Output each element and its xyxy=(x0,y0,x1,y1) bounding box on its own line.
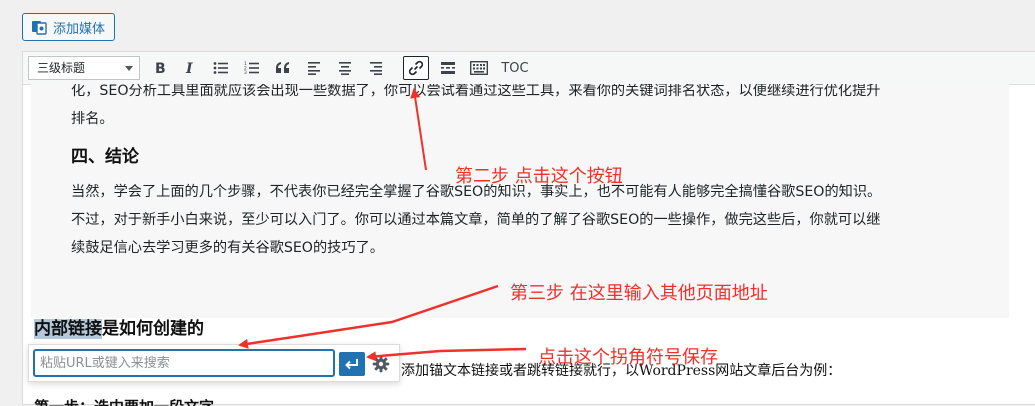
gear-icon xyxy=(372,355,390,373)
numbered-list-icon: 123 xyxy=(244,61,259,75)
format-select[interactable]: 三级标题 xyxy=(28,56,140,80)
blockquote-button[interactable] xyxy=(271,57,295,79)
align-left-button[interactable] xyxy=(302,57,326,79)
numbered-list-button[interactable]: 123 xyxy=(240,57,264,79)
media-icon xyxy=(31,19,47,35)
align-right-icon xyxy=(370,62,382,75)
read-more-button[interactable] xyxy=(436,57,460,79)
bulleted-list-icon xyxy=(213,62,228,74)
svg-text:I: I xyxy=(185,61,193,75)
paragraph-line: 排名。 xyxy=(71,111,114,127)
toolbar-toggle-icon xyxy=(470,61,488,75)
chevron-down-icon xyxy=(125,66,133,71)
svg-text:3: 3 xyxy=(244,70,247,75)
bold-icon: B xyxy=(155,61,166,75)
italic-button[interactable]: I xyxy=(178,57,202,79)
align-right-button[interactable] xyxy=(364,57,388,79)
italic-icon: I xyxy=(185,61,193,75)
align-center-button[interactable] xyxy=(333,57,357,79)
format-select-value: 三级标题 xyxy=(37,61,86,75)
paragraph-line: 不过，对于新手小白来说，至少可以入门了。你可以通过本篇文章，简单的了解了谷歌SE… xyxy=(71,212,881,228)
link-icon xyxy=(408,60,424,76)
bulleted-list-button[interactable] xyxy=(209,57,233,79)
url-input[interactable] xyxy=(34,350,334,376)
annotation-step2: 第二步 点击这个按钮 xyxy=(455,166,623,187)
annotation-step4: 点击这个拐角符号保存 xyxy=(538,347,718,368)
content-heading: 内部链接是如何创建的 xyxy=(34,314,204,339)
paragraph-line: 化，SEO分析工具里面就应该会出现一些数据了，你可以尝试着通过这些工具，来看你的… xyxy=(71,84,881,99)
link-popup xyxy=(28,344,400,382)
toolbar-toggle-button[interactable] xyxy=(467,57,491,79)
toc-button[interactable]: TOC xyxy=(499,57,531,79)
align-left-icon xyxy=(308,62,320,75)
add-media-label: 添加媒体 xyxy=(53,21,106,37)
read-more-icon xyxy=(441,62,455,74)
add-media-button[interactable]: 添加媒体 xyxy=(22,13,116,41)
align-center-icon xyxy=(339,62,351,75)
selected-text[interactable]: 内部链接 xyxy=(34,319,102,339)
link-options-button[interactable] xyxy=(371,354,391,374)
bold-button[interactable]: B xyxy=(148,57,172,79)
apply-link-button[interactable] xyxy=(339,352,365,376)
blockquote-icon xyxy=(276,62,289,73)
section-heading: 四、结论 xyxy=(71,147,139,167)
editor-toolbar: 三级标题 B I 123 TOC xyxy=(23,52,1035,85)
heading-rest: 是如何创建的 xyxy=(102,319,204,339)
annotation-step3: 第三步 在这里输入其他页面地址 xyxy=(510,283,768,304)
paragraph-line: 续鼓足信心去学习更多的有关谷歌SEO的技巧了。 xyxy=(71,240,384,256)
enter-icon xyxy=(345,359,358,370)
svg-text:B: B xyxy=(155,61,166,75)
insert-link-button[interactable] xyxy=(403,56,429,80)
